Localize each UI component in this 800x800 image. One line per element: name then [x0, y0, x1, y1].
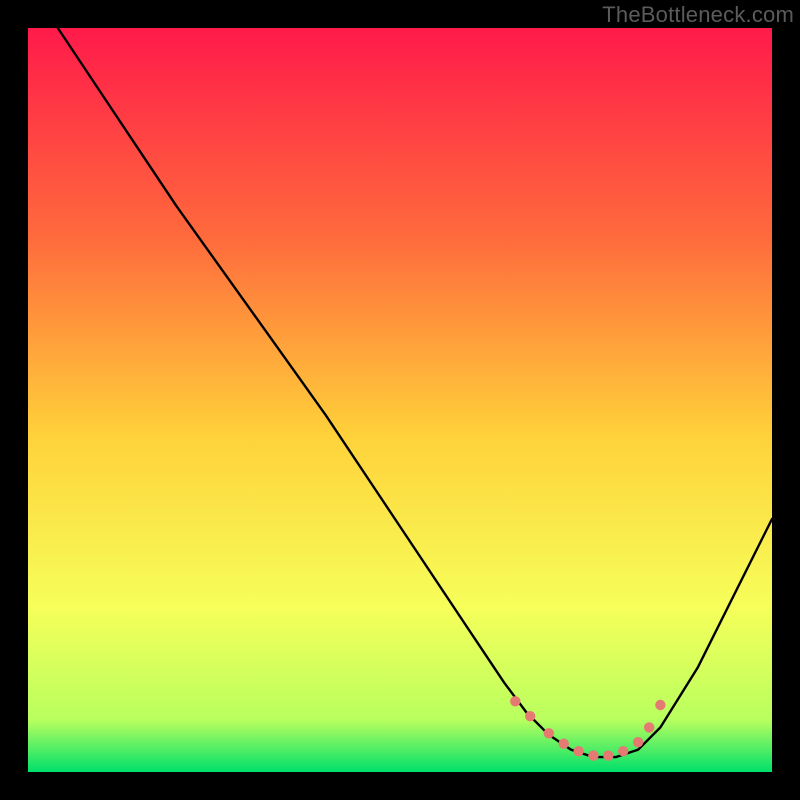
highlight-dot	[644, 722, 654, 732]
highlight-dot	[510, 696, 520, 706]
plot-area	[28, 28, 772, 772]
chart-frame: TheBottleneck.com	[0, 0, 800, 800]
highlight-dot	[525, 711, 535, 721]
highlight-dot	[618, 746, 628, 756]
bottleneck-chart	[28, 28, 772, 772]
highlight-dot	[588, 750, 598, 760]
gradient-background	[28, 28, 772, 772]
highlight-dot	[603, 750, 613, 760]
highlight-dot	[559, 739, 569, 749]
highlight-dot	[544, 728, 554, 738]
highlight-dot	[633, 737, 643, 747]
highlight-dot	[655, 700, 665, 710]
highlight-dot	[573, 746, 583, 756]
watermark-text: TheBottleneck.com	[602, 2, 794, 28]
